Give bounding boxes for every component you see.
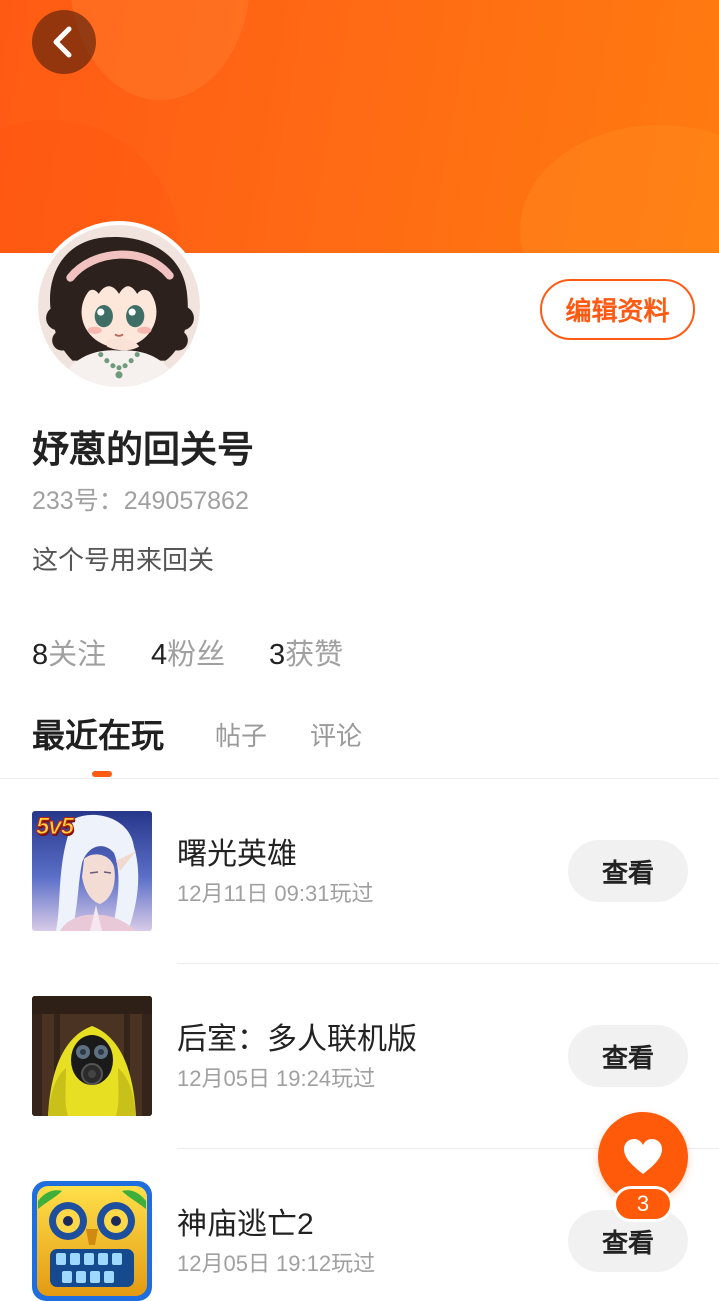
stat-label: 粉丝 [167,639,226,671]
back-button[interactable] [32,10,96,74]
stat-count: 3 [269,639,286,671]
game-title: 神庙逃亡2 [177,1208,314,1241]
chevron-left-icon [53,26,72,58]
active-tab-indicator [92,771,112,777]
heart-icon [624,1139,662,1174]
list-item[interactable]: 神庙逃亡2 12月05日 19:12玩过 查看 [0,1181,719,1301]
game-played-time: 12月05日 19:12玩过 [177,1251,376,1276]
avatar-image [38,225,200,387]
game-title: 曙光英雄 [177,838,297,871]
stat-count: 8 [32,639,49,671]
game-thumbnail-image [32,996,152,1116]
profile-bio: 这个号用来回关 [32,545,215,575]
game-played-time: 12月05日 19:24玩过 [177,1066,376,1091]
stat-count: 4 [151,639,168,671]
list-item[interactable]: 5v5 曙光英雄 12月11日 09:31玩过 查看 [0,811,719,964]
game-logo-text: 5v5 [35,813,74,841]
divider [0,778,719,779]
game-title: 后室：多人联机版 [177,1023,417,1056]
banner-decoration [520,125,719,253]
view-button[interactable]: 查看 [568,840,688,902]
stat-followers[interactable]: 4粉丝 [151,636,225,674]
list-item[interactable]: 后室：多人联机版 12月05日 19:24玩过 查看 [0,996,719,1149]
game-thumbnail[interactable] [32,996,152,1116]
stat-label: 获赞 [285,639,344,671]
banner-decoration [70,0,250,100]
stat-label: 关注 [48,639,107,671]
profile-id: 233号：249057862 [32,487,249,515]
avatar[interactable] [34,221,204,391]
edit-profile-button[interactable]: 编辑资料 [540,279,695,340]
game-thumbnail[interactable] [32,1181,152,1301]
stat-following[interactable]: 8关注 [32,636,106,674]
profile-name: 妤蒽的回关号 [32,429,254,470]
game-played-time: 12月11日 09:31玩过 [177,881,374,906]
divider [177,963,719,964]
header-banner [0,0,719,253]
stat-likes[interactable]: 3获赞 [269,636,343,674]
tab-comments[interactable]: 评论 [310,718,362,754]
game-thumbnail[interactable]: 5v5 [32,811,152,931]
tab-recently-played[interactable]: 最近在玩 [32,713,164,759]
tab-posts[interactable]: 帖子 [215,718,267,754]
game-thumbnail-image [32,1181,152,1301]
view-button[interactable]: 查看 [568,1025,688,1087]
like-count-badge: 3 [613,1186,673,1222]
